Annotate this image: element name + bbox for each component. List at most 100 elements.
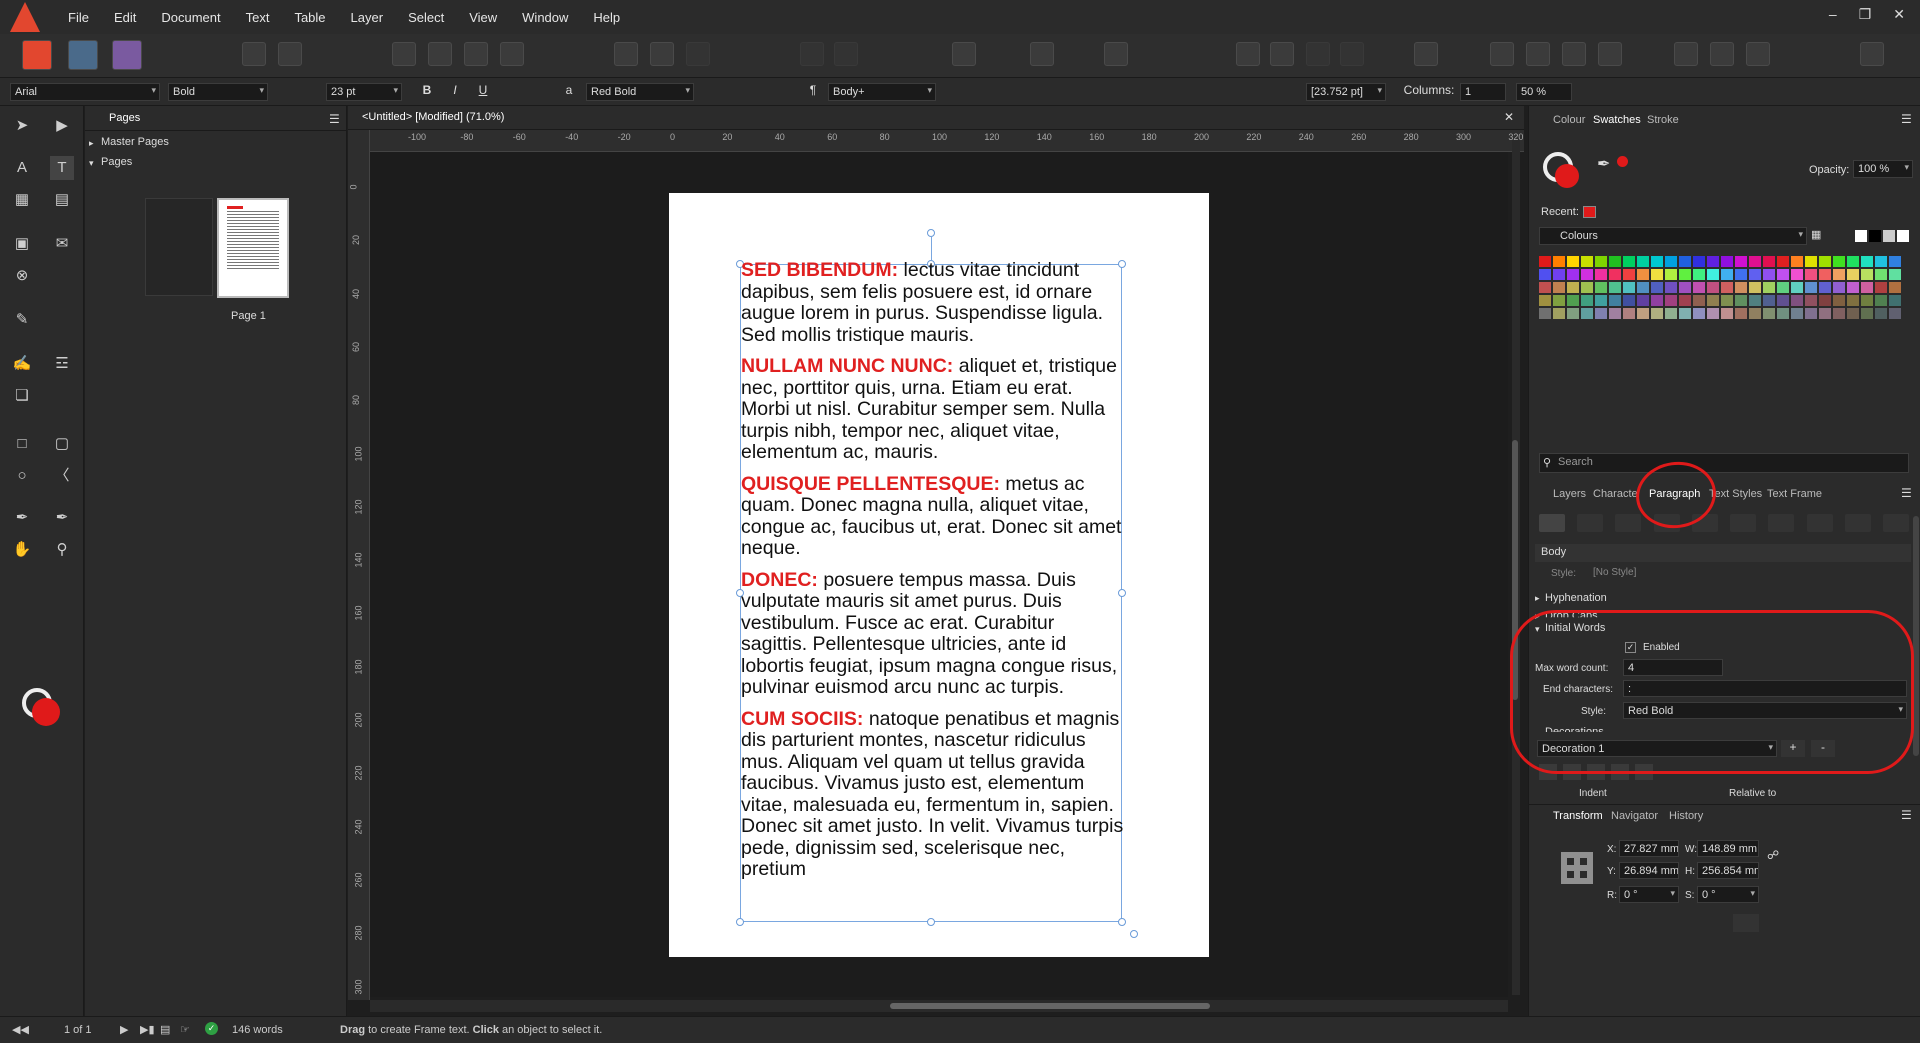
artistic-text-tool-icon[interactable]: A <box>10 156 34 180</box>
colour-swatch[interactable] <box>1847 308 1859 319</box>
hyphenation-section[interactable]: Hyphenation <box>1545 592 1607 604</box>
colour-swatch[interactable] <box>1623 295 1635 306</box>
recent-swatch[interactable] <box>1583 206 1596 218</box>
colour-swatch[interactable] <box>1889 256 1901 267</box>
font-size-field[interactable]: 23 pt ▾ <box>326 83 402 101</box>
picture-frame-tool-icon[interactable]: ▣ <box>10 232 34 256</box>
photo-persona-button[interactable] <box>68 40 98 70</box>
story-paragraph[interactable]: DONEC: posuere tempus massa. Duis vulput… <box>741 569 1125 699</box>
colour-swatch[interactable] <box>1763 269 1775 280</box>
colour-swatch[interactable] <box>1553 256 1565 267</box>
colour-swatch[interactable] <box>1763 295 1775 306</box>
place-image-icon[interactable]: ✉ <box>50 232 74 256</box>
character-style-select[interactable]: Red Bold ▾ <box>586 83 694 101</box>
pages-panel-title[interactable]: Pages <box>109 112 140 124</box>
colour-swatch[interactable] <box>1637 269 1649 280</box>
show-text-frame-button[interactable] <box>1030 42 1054 66</box>
story-text[interactable]: SED BIBENDUM: lectus vitae tincidunt dap… <box>741 259 1125 891</box>
transparency-tool-icon[interactable]: ☲ <box>50 352 74 376</box>
colour-swatch[interactable] <box>1749 308 1761 319</box>
colour-swatch[interactable] <box>1735 295 1747 306</box>
x-field[interactable]: 27.827 mm <box>1619 840 1679 857</box>
colour-swatch[interactable] <box>1623 269 1635 280</box>
colour-swatch[interactable] <box>1833 308 1845 319</box>
colour-swatch[interactable] <box>1847 282 1859 293</box>
grey-swatch[interactable] <box>1883 230 1895 242</box>
align-option-button[interactable] <box>1539 514 1565 532</box>
rectangle-tool-icon[interactable]: □ <box>10 432 34 456</box>
account-button[interactable] <box>1860 42 1884 66</box>
designer-persona-button[interactable] <box>112 40 142 70</box>
colour-swatch[interactable] <box>1693 308 1705 319</box>
colour-swatch[interactable] <box>1861 308 1873 319</box>
bold-button[interactable]: B <box>418 83 436 101</box>
flip-h-button[interactable] <box>1490 42 1514 66</box>
colour-swatch[interactable] <box>1875 256 1887 267</box>
colour-swatch[interactable] <box>1847 295 1859 306</box>
colour-swatch[interactable] <box>1693 269 1705 280</box>
align-option-button[interactable] <box>1806 514 1833 532</box>
colour-swatch[interactable] <box>1819 295 1831 306</box>
italic-button[interactable]: I <box>446 83 464 101</box>
colour-swatch[interactable] <box>1847 256 1859 267</box>
none-swatch[interactable] <box>1855 230 1867 242</box>
color-picker-tool-icon[interactable]: ✒ <box>10 506 34 530</box>
rounded-rectangle-tool-icon[interactable]: ▢ <box>50 432 74 456</box>
colour-swatch[interactable] <box>1693 295 1705 306</box>
publisher-persona-button[interactable] <box>22 40 52 70</box>
colour-swatch[interactable] <box>1637 295 1649 306</box>
swatch-fill-well[interactable] <box>1555 164 1579 188</box>
panel-menu-icon[interactable]: ☰ <box>329 112 340 126</box>
colour-swatch[interactable] <box>1665 256 1677 267</box>
colour-swatch[interactable] <box>1553 308 1565 319</box>
chevron-right-icon[interactable]: ▸ <box>1535 593 1540 604</box>
snap-3-button[interactable] <box>464 42 488 66</box>
colour-swatch[interactable] <box>1539 282 1551 293</box>
black-swatch[interactable] <box>1869 230 1881 242</box>
colour-swatch[interactable] <box>1567 295 1579 306</box>
colour-swatch[interactable] <box>1889 308 1901 319</box>
colour-swatch[interactable] <box>1805 295 1817 306</box>
colour-swatch[interactable] <box>1595 256 1607 267</box>
menu-document[interactable]: Document <box>161 10 220 25</box>
tab-character[interactable]: Characte <box>1593 488 1638 500</box>
insert-ellipse-button[interactable] <box>650 42 674 66</box>
colour-swatch[interactable] <box>1861 295 1873 306</box>
callout-tool-icon[interactable]: 〈 <box>50 464 74 488</box>
pen-tool-icon[interactable]: ✎ <box>10 308 34 332</box>
gutter-field[interactable]: 50 % <box>1516 83 1572 101</box>
tab-text-frame[interactable]: Text Frame <box>1767 488 1822 500</box>
palette-select[interactable]: Colours ▾ <box>1539 227 1807 245</box>
colour-swatch[interactable] <box>1595 282 1607 293</box>
colour-swatch[interactable] <box>1735 269 1747 280</box>
boolean-subtract-button[interactable] <box>1710 42 1734 66</box>
menu-file[interactable]: File <box>68 10 89 25</box>
rotate-left-button[interactable] <box>1562 42 1586 66</box>
overflow-handle[interactable] <box>1130 930 1138 938</box>
lock-aspect-icon[interactable]: ☍ <box>1767 848 1779 862</box>
align-option-button[interactable] <box>1577 514 1604 532</box>
move-tool-icon[interactable]: ➤ <box>10 114 34 138</box>
colour-swatch[interactable] <box>1637 282 1649 293</box>
rotation-handle[interactable] <box>927 229 935 237</box>
colour-swatch[interactable] <box>1861 282 1873 293</box>
colour-swatch[interactable] <box>1791 282 1803 293</box>
tab-text-styles[interactable]: Text Styles <box>1709 488 1762 500</box>
colour-swatch[interactable] <box>1875 269 1887 280</box>
arrange-front-button[interactable] <box>1270 42 1294 66</box>
menu-edit[interactable]: Edit <box>114 10 136 25</box>
node-tool-icon[interactable]: ▶ <box>50 114 74 138</box>
colour-swatch[interactable] <box>1693 282 1705 293</box>
rotate-right-button[interactable] <box>1598 42 1622 66</box>
colour-swatch[interactable] <box>1791 295 1803 306</box>
colour-swatch[interactable] <box>1791 308 1803 319</box>
tab-layers[interactable]: Layers <box>1553 488 1586 500</box>
h-field[interactable]: 256.854 mm <box>1697 862 1759 879</box>
table-tool-icon[interactable]: ▦ <box>10 188 34 212</box>
tab-history[interactable]: History <box>1669 810 1703 822</box>
colour-swatch[interactable] <box>1693 256 1705 267</box>
handle-bottom-center[interactable] <box>927 918 935 926</box>
colour-swatch[interactable] <box>1861 256 1873 267</box>
colour-swatch[interactable] <box>1721 282 1733 293</box>
colour-swatch[interactable] <box>1777 269 1789 280</box>
